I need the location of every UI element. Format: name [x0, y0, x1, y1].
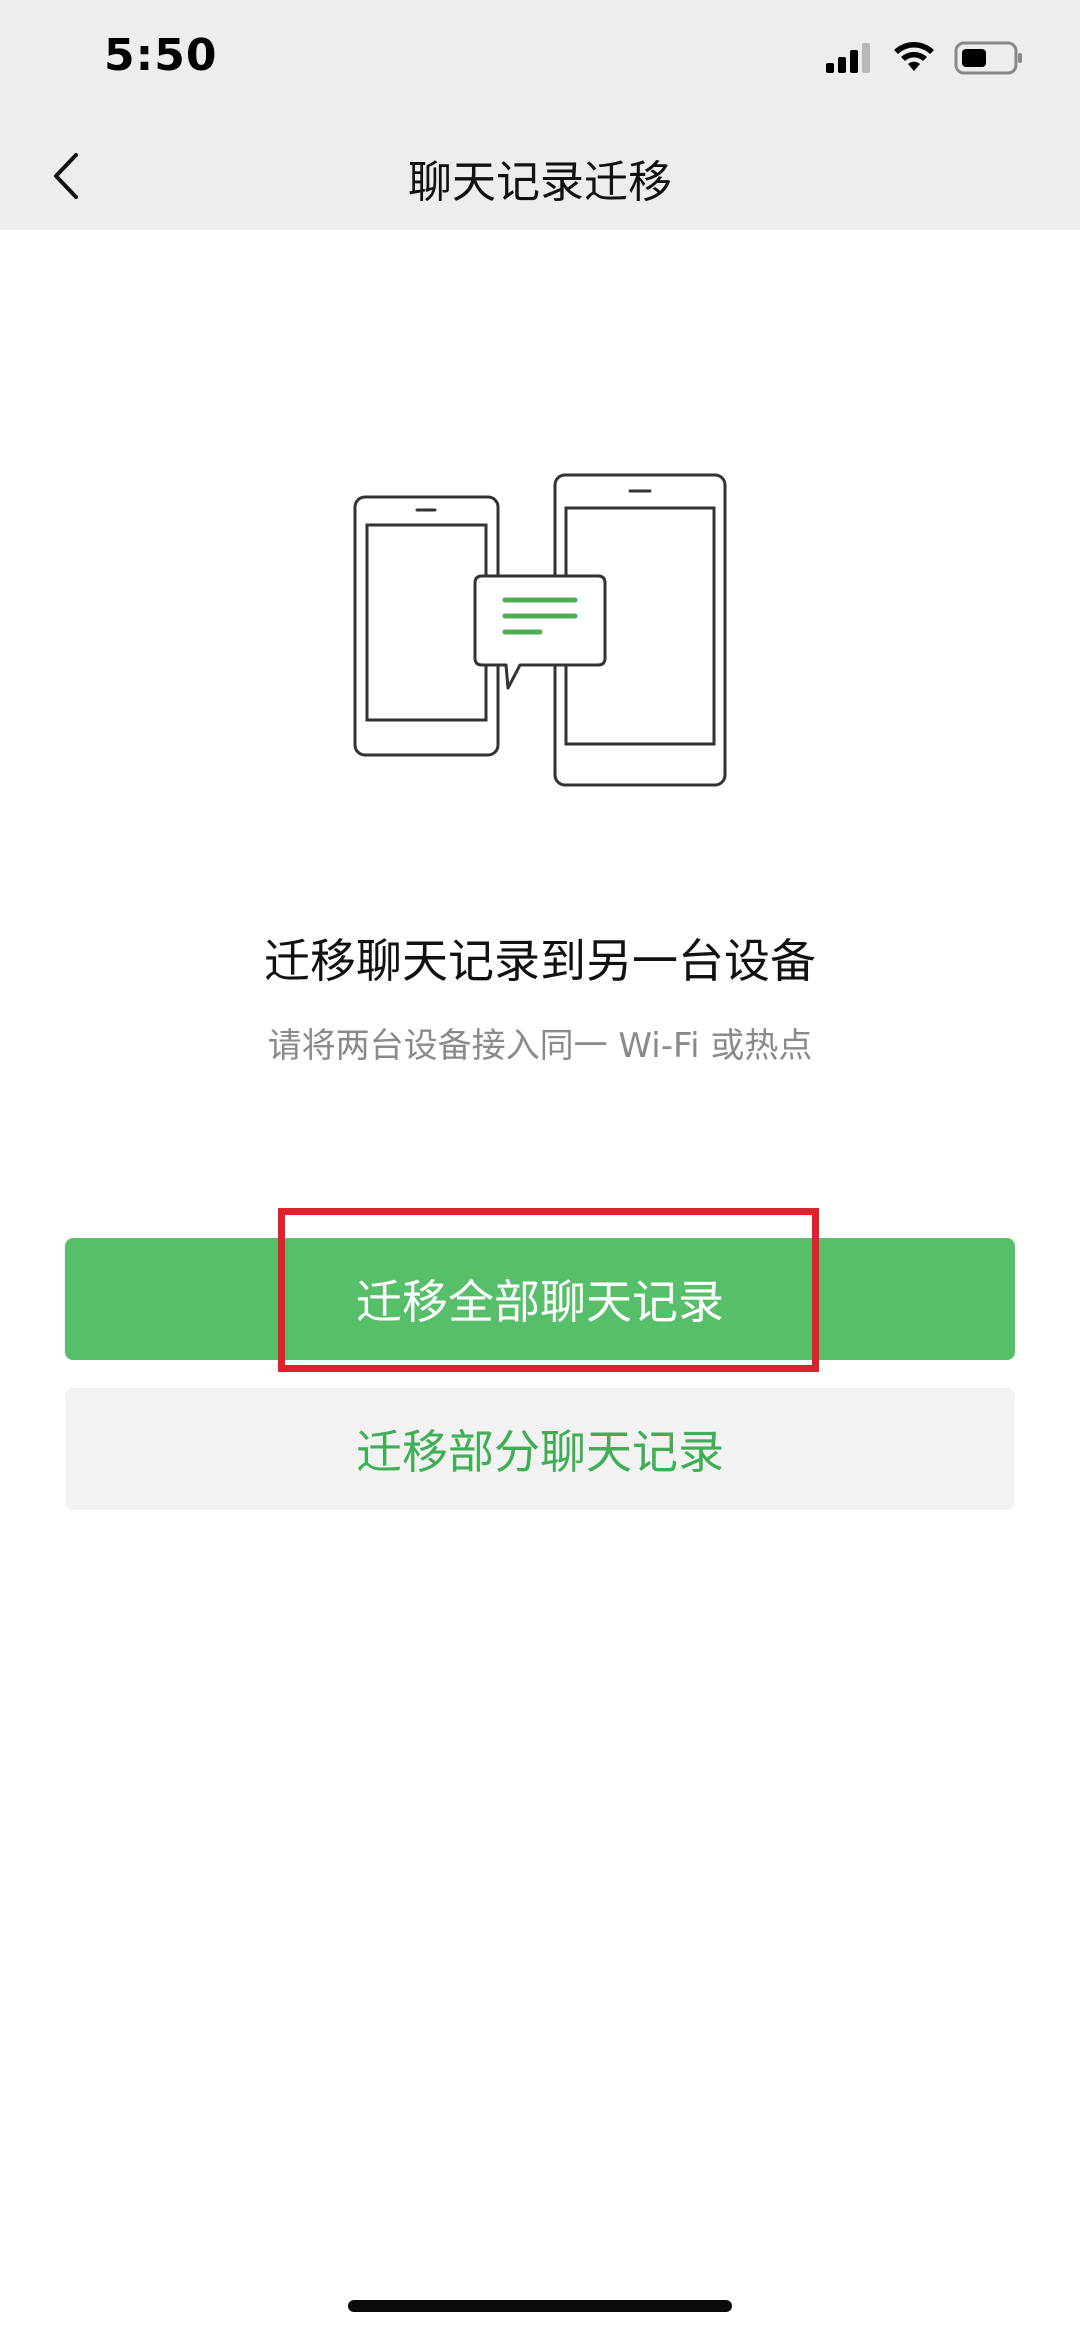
cellular-signal-icon	[826, 43, 870, 73]
header-area: 5:50 聊天记录迁移	[0, 0, 1080, 230]
wifi-icon	[894, 42, 934, 71]
chat-migration-screen: 5:50 聊天记录迁移 迁移聊天记录到另一台设备 请将两台设备接入同一 Wi-F…	[0, 0, 1080, 2337]
battery-icon	[954, 41, 1022, 75]
migration-headline: 迁移聊天记录到另一台设备	[264, 934, 816, 988]
home-indicator[interactable]	[348, 2300, 732, 2312]
wifi-instruction: 请将两台设备接入同一 Wi-Fi 或热点	[267, 1026, 813, 1066]
migrate-partial-button[interactable]: 迁移部分聊天记录	[65, 1388, 1015, 1510]
device-transfer-illustration	[353, 473, 727, 787]
status-time: 5:50	[104, 30, 218, 81]
navigation-bar: 聊天记录迁移	[0, 128, 1080, 228]
migrate-all-button[interactable]: 迁移全部聊天记录	[65, 1238, 1015, 1360]
page-title: 聊天记录迁移	[408, 157, 672, 208]
status-icons	[826, 36, 1024, 80]
